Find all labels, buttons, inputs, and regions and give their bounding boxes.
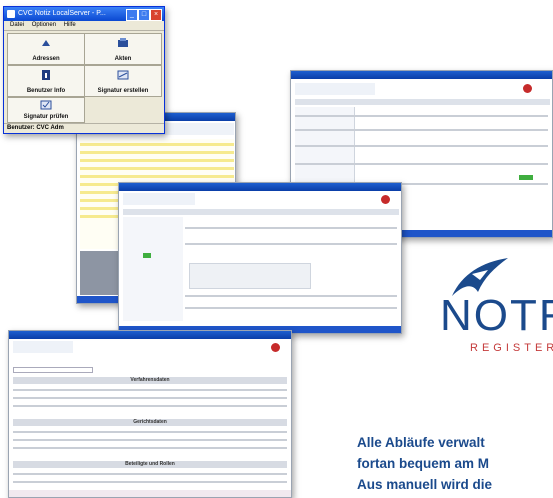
taskbar xyxy=(9,490,291,497)
section-gerichtsdaten: Gerichtsdaten xyxy=(13,419,287,426)
menu-datei[interactable]: Datei xyxy=(10,22,24,28)
benutzer-info-button[interactable]: Benutzer Info xyxy=(7,65,85,97)
tagline-line-2: fortan bequem am M xyxy=(357,456,490,471)
highlighted-row xyxy=(80,143,234,146)
row xyxy=(185,307,397,309)
toolbar xyxy=(13,341,73,353)
adressen-button[interactable]: Adressen xyxy=(7,33,85,65)
row xyxy=(13,447,287,449)
logo-wordmark: NOTR xyxy=(440,291,553,340)
akten-button[interactable]: Akten xyxy=(84,33,162,65)
user-info-icon xyxy=(42,70,50,80)
signatur-pruefen-label: Signatur prüfen xyxy=(23,114,69,120)
signature-check-icon xyxy=(40,100,52,110)
row xyxy=(13,389,287,391)
red-toolbar-icon xyxy=(271,343,280,352)
red-toolbar-icon xyxy=(523,84,532,93)
row xyxy=(185,227,397,229)
highlighted-row xyxy=(80,175,234,178)
app-window: CVC Notiz LocalServer - P... _ □ × Datei… xyxy=(3,6,165,134)
column-header xyxy=(123,209,399,215)
row xyxy=(13,473,287,475)
form-tree xyxy=(123,217,183,321)
toolbar xyxy=(295,83,375,95)
app-icon xyxy=(7,10,15,18)
screenshot-verfahrensdaten: Verfahrensdaten Gerichtsdaten Beteiligte… xyxy=(8,330,292,498)
title-bar xyxy=(119,183,401,191)
row xyxy=(185,243,397,245)
row xyxy=(295,129,548,131)
row xyxy=(13,397,287,399)
menu-hilfe[interactable]: Hilfe xyxy=(64,22,76,28)
highlighted-row xyxy=(80,159,234,162)
highlighted-row xyxy=(80,167,234,170)
close-icon[interactable]: × xyxy=(150,9,162,21)
green-marker xyxy=(143,253,151,258)
tagline-line-1: Alle Abläufe verwalt xyxy=(357,435,485,450)
title-bar xyxy=(9,331,291,339)
red-toolbar-icon xyxy=(381,195,390,204)
detail-grid xyxy=(189,263,311,289)
akten-label: Akten xyxy=(114,56,132,62)
section-beteiligte: Beteiligte und Rollen xyxy=(13,461,287,468)
highlighted-row xyxy=(80,151,234,154)
window-title: CVC Notiz LocalServer - P... xyxy=(18,10,106,17)
tagline-line-3: Aus manuell wird die xyxy=(357,477,493,492)
address-icon xyxy=(42,40,50,46)
search-field[interactable] xyxy=(13,367,93,373)
row xyxy=(185,295,397,297)
row xyxy=(13,431,287,433)
title-bar xyxy=(291,71,552,79)
benutzer-info-label: Benutzer Info xyxy=(26,88,66,94)
signatur-erstellen-button[interactable]: Signatur erstellen xyxy=(84,65,162,97)
logo-subtitle: REGISTER xyxy=(470,342,553,354)
adressen-label: Adressen xyxy=(32,56,60,62)
status-indicator xyxy=(519,175,533,180)
screenshot-akte-detail xyxy=(118,182,402,334)
status-bar: Benutzer: CVC Adm xyxy=(4,123,164,133)
window-title-bar: CVC Notiz LocalServer - P... _ □ × xyxy=(4,7,164,21)
menu-bar: Datei Optionen Hilfe xyxy=(4,21,164,31)
row xyxy=(13,439,287,441)
toolbar xyxy=(123,193,195,205)
signature-create-icon xyxy=(117,70,129,80)
minimize-icon[interactable]: _ xyxy=(126,9,138,21)
section-verfahrensdaten: Verfahrensdaten xyxy=(13,377,287,384)
row xyxy=(13,481,287,483)
row xyxy=(295,115,548,117)
row xyxy=(13,405,287,407)
signatur-erstellen-label: Signatur erstellen xyxy=(97,88,149,94)
menu-optionen[interactable]: Optionen xyxy=(32,22,56,28)
row xyxy=(295,163,548,165)
signatur-pruefen-button[interactable]: Signatur prüfen xyxy=(7,97,85,123)
maximize-icon[interactable]: □ xyxy=(138,9,150,21)
row xyxy=(295,145,548,147)
folder-icon xyxy=(118,38,128,47)
column-header xyxy=(295,99,550,105)
